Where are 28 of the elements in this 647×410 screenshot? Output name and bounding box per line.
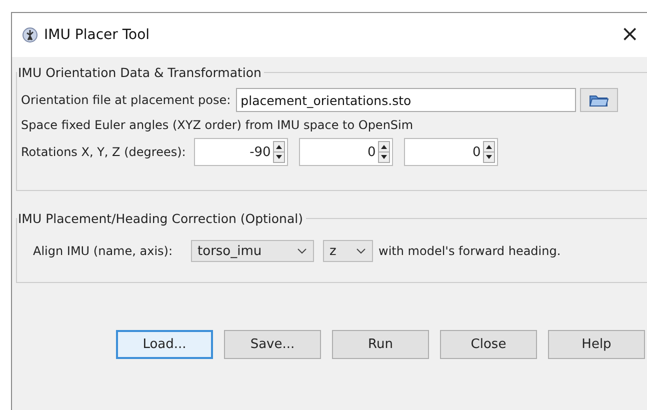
dialog-button[interactable]: Help: [548, 330, 645, 359]
dialog-button[interactable]: Close: [440, 330, 537, 359]
field-label: Align IMU (name, axis):: [33, 244, 173, 258]
chevron-icon: [296, 248, 307, 254]
stepper-arrows-icon[interactable]: [272, 141, 285, 163]
stepper-arrows-icon[interactable]: [378, 141, 390, 163]
field-label: Orientation file at placement pose:: [21, 93, 231, 107]
figure-icon: [22, 27, 38, 43]
browse-button[interactable]: [580, 88, 618, 112]
chevron-icon: [356, 248, 366, 254]
field-label: Rotations X, Y, Z (degrees):: [21, 145, 186, 159]
field-label: with model's forward heading.: [378, 244, 561, 258]
file-path-field[interactable]: placement_orientations.sto: [236, 88, 576, 112]
window-title: IMU Placer Tool: [44, 27, 151, 43]
group-title: IMU Placement/Heading Correction (Optional): [17, 211, 304, 226]
folder-icon: [588, 93, 609, 107]
group-title: IMU Orientation Data & Transformation: [17, 65, 262, 80]
number-spinner[interactable]: -90: [194, 138, 288, 166]
close-button[interactable]: ×: [614, 24, 645, 46]
dialog-button[interactable]: Load...: [116, 330, 213, 359]
dialog-button[interactable]: Save...: [224, 330, 321, 359]
description-text: Space fixed Euler angles (XYZ order) from IMU space to OpenSim: [21, 118, 414, 132]
imu-dropdown[interactable]: torso_imu: [190, 240, 314, 262]
number-spinner[interactable]: 0: [404, 138, 498, 166]
stepper-arrows-icon[interactable]: [482, 141, 495, 163]
number-spinner[interactable]: 0: [298, 138, 393, 166]
axis-dropdown[interactable]: z: [322, 240, 373, 262]
dialog-button[interactable]: Run: [332, 330, 429, 359]
